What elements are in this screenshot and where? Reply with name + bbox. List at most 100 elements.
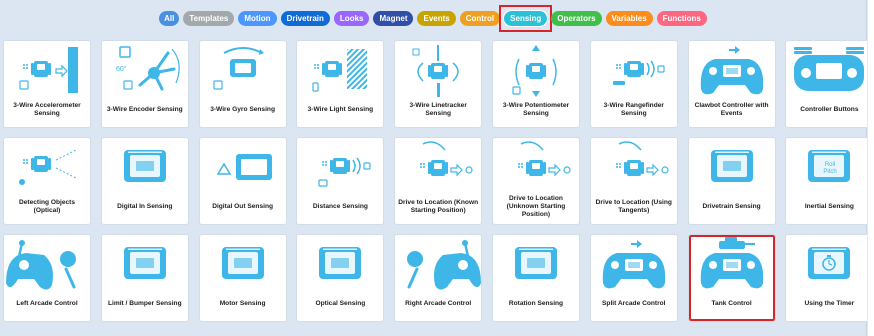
example-card-label: Using the Timer [804,300,855,307]
example-card-label: Drive to Location (Known Starting Positi… [398,199,479,214]
filter-chip-wrapper: Functions [656,10,707,26]
filter-chip-magnet[interactable]: Magnet [373,10,414,26]
potentiometer-icon [512,45,557,97]
brain-screen-icon [514,247,557,279]
filter-chip-looks[interactable]: Looks [333,10,370,26]
controller-icon [602,240,666,289]
filter-chip-operators[interactable]: Operators [551,10,602,26]
filter-chip-functions[interactable]: Functions [656,10,707,26]
example-card-clawbot-controller-with-events[interactable]: Clawbot Controller with Events [687,40,776,128]
example-card-label: Left Arcade Control [16,300,78,307]
example-card-inertial-sensing[interactable]: Roll Pitch Inertial Sensing [785,137,874,225]
filter-chip-wrapper: Events [417,10,456,26]
example-card-label: Tank Control [711,300,752,307]
example-card-right-arcade-control[interactable]: Right Arcade Control [394,234,483,322]
svg-text:Roll: Roll [825,162,835,168]
brain-screen-icon [710,150,753,182]
example-card-limit-bumper-sensing[interactable]: Limit / Bumper Sensing [100,234,189,322]
example-card-label: Right Arcade Control [405,300,472,307]
example-card-label: Digital In Sensing [117,203,173,210]
example-card-label: Split Arcade Control [602,300,666,307]
filter-chip-drivetrain[interactable]: Drivetrain [280,10,330,26]
example-card-distance-sensing[interactable]: Distance Sensing [296,137,385,225]
filter-chip-wrapper: Operators [551,10,602,26]
example-card-3-wire-linetracker-sensing[interactable]: 3-Wire Linetracker Sensing [394,40,483,128]
filter-chip-wrapper: Templates [183,10,235,26]
example-card-drivetrain-sensing[interactable]: Drivetrain Sensing [687,137,776,225]
svg-text:60°: 60° [116,65,127,73]
example-card-3-wire-accelerometer-sensing[interactable]: 3-Wire Accelerometer Sensing [3,40,91,128]
controller-icon [700,46,763,95]
arcade-right-icon [407,240,482,290]
linetracker-icon [412,44,459,97]
gps-icon [517,141,571,177]
filter-chip-sensing[interactable]: Sensing [504,10,548,26]
example-card-detecting-objects-optical[interactable]: Detecting Objects (Optical) [3,137,91,225]
rangefinder-icon [612,60,665,85]
example-card-3-wire-encoder-sensing[interactable]: 60° 3-Wire Encoder Sensing [100,40,189,128]
gyro-icon [212,47,264,90]
arcade-left-icon [6,240,76,290]
example-card-label: Optical Sensing [315,300,366,307]
example-card-drive-to-location-known-starting-position[interactable]: Drive to Location (Known Starting Positi… [394,137,483,225]
example-card-label: Limit / Bumper Sensing [107,300,182,307]
accelerometer-icon [19,47,78,93]
optical-sensor-icon [19,149,77,185]
inertial-icon: RollPitch [808,150,851,182]
example-card-tank-control[interactable]: Tank Control [687,234,776,322]
example-card-drive-to-location-unknown-starting-position[interactable]: Drive to Location (Unknown Starting Posi… [491,137,580,225]
category-filter-bar: All Templates Motion Drivetrain Looks Magnet E… [0,0,866,36]
example-grid: 3-Wire Accelerometer Sensing 60° 3-Wire En… [3,40,874,322]
scrollbar[interactable] [867,0,874,336]
filter-chip-wrapper: Sensing [499,4,553,32]
filter-chip-wrapper: All [159,10,180,26]
brain-screen-icon [123,150,166,182]
example-card-label: 3-Wire Encoder Sensing [106,106,183,113]
distance-sensor-icon [318,157,371,187]
example-card-drive-to-location-using-tangents[interactable]: Drive to Location (Using Tangents) [589,137,678,225]
example-card-label: Digital Out Sensing [212,203,273,210]
example-card-digital-in-sensing[interactable]: Digital In Sensing [100,137,189,225]
gps-icon [420,141,473,177]
digital-out-icon [216,154,272,180]
light-sensor-icon [312,49,368,92]
filter-chip-wrapper: Control [459,10,501,26]
example-card-label: Drivetrain Sensing [702,203,761,210]
example-card-label: Rotation Sensing [508,300,564,307]
example-browser: All Templates Motion Drivetrain Looks Magnet E… [0,0,874,336]
example-card-3-wire-potentiometer-sensing[interactable]: 3-Wire Potentiometer Sensing [491,40,580,128]
filter-chip-control[interactable]: Control [459,10,501,26]
example-card-label: Distance Sensing [312,203,368,210]
example-card-using-the-timer[interactable]: Using the Timer [785,234,874,322]
example-card-3-wire-rangefinder-sensing[interactable]: 3-Wire Rangefinder Sensing [589,40,678,128]
example-card-label: 3-Wire Accelerometer Sensing [13,102,81,117]
filter-chip-all[interactable]: All [159,10,180,26]
example-card-split-arcade-control[interactable]: Split Arcade Control [589,234,678,322]
filter-chip-motion[interactable]: Motion [238,10,277,26]
example-card-motor-sensing[interactable]: Motor Sensing [198,234,287,322]
tank-controller-icon [700,237,763,289]
example-card-label: Controller Buttons [800,106,859,113]
example-card-controller-buttons[interactable]: Controller Buttons [785,40,874,128]
example-card-digital-out-sensing[interactable]: Digital Out Sensing [198,137,287,225]
example-card-3-wire-light-sensing[interactable]: 3-Wire Light Sensing [296,40,385,128]
filter-chip-variables[interactable]: Variables [605,10,653,26]
brain-screen-icon [123,247,166,279]
timer-icon [808,247,851,279]
brain-screen-icon [221,247,264,279]
example-card-label: Motor Sensing [219,300,266,307]
example-card-label: 3-Wire Rangefinder Sensing [603,102,664,117]
example-card-optical-sensing[interactable]: Optical Sensing [296,234,385,322]
filter-chip-events[interactable]: Events [417,10,456,26]
example-card-label: 3-Wire Potentiometer Sensing [502,102,570,117]
filter-chip-templates[interactable]: Templates [183,10,235,26]
example-card-rotation-sensing[interactable]: Rotation Sensing [491,234,580,322]
example-card-label: 3-Wire Gyro Sensing [210,106,275,113]
filter-chip-wrapper: Drivetrain [280,10,330,26]
example-card-label: Clawbot Controller with Events [694,102,769,117]
example-card-3-wire-gyro-sensing[interactable]: 3-Wire Gyro Sensing [198,40,287,128]
filter-chip-wrapper: Looks [333,10,370,26]
example-card-label: 3-Wire Linetracker Sensing [409,102,467,117]
example-card-left-arcade-control[interactable]: Left Arcade Control [3,234,91,322]
controller-buttons-icon [794,47,865,91]
